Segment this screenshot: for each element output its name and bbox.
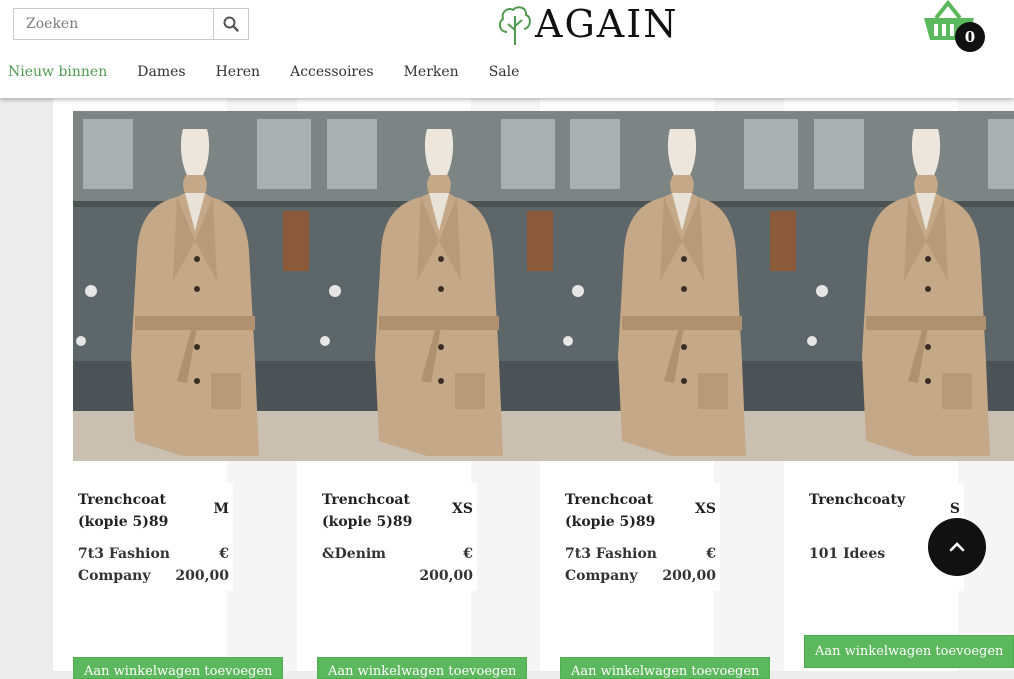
search-input[interactable]	[14, 9, 214, 39]
product-price: € 200,00	[419, 546, 473, 584]
chevron-up-icon	[949, 542, 965, 552]
add-to-cart-button[interactable]: Aan winkelwagen toevoegen	[560, 657, 770, 679]
cart-button[interactable]: 0	[922, 0, 986, 56]
product-info: Trenchcoat (kopie 5)89 XS 7t3 Fashion Comp…	[560, 483, 720, 591]
product-size: XS	[452, 501, 473, 517]
product-card[interactable]	[560, 111, 804, 461]
product-title[interactable]: Trenchcoaty	[809, 489, 919, 511]
nav-item-nieuw-binnen[interactable]: Nieuw binnen	[8, 64, 107, 80]
product-info: Trenchcoat (kopie 5)89 XS &Denim € 200,00	[317, 483, 477, 591]
search-bar	[13, 8, 249, 40]
tree-icon	[498, 6, 531, 45]
search-button[interactable]	[213, 9, 248, 39]
product-title[interactable]: Trenchcoat (kopie 5)89	[78, 489, 188, 533]
product-image[interactable]	[804, 111, 1014, 461]
product-price: € 200,00	[662, 546, 716, 584]
product-info: Trenchcoat (kopie 5)89 M 7t3 Fashion Compa…	[73, 483, 233, 591]
add-to-cart-button[interactable]: Aan winkelwagen toevoegen	[804, 635, 1014, 668]
product-card[interactable]	[317, 111, 561, 461]
search-icon	[223, 16, 239, 32]
main-nav: Nieuw binnen Dames Heren Accessoires Mer…	[8, 64, 549, 80]
site-logo[interactable]: AGAIN	[497, 2, 679, 46]
nav-item-merken[interactable]: Merken	[404, 64, 459, 80]
add-to-cart-button[interactable]: Aan winkelwagen toevoegen	[73, 657, 283, 679]
nav-item-accessoires[interactable]: Accessoires	[290, 64, 374, 80]
product-image[interactable]	[560, 111, 804, 461]
site-header: AGAIN 0 Nieuw binnen Dames Heren Accesso…	[0, 0, 1014, 98]
product-size: M	[213, 501, 230, 517]
nav-item-dames[interactable]: Dames	[137, 64, 185, 80]
product-size: XS	[695, 501, 716, 517]
product-price: € 200,00	[175, 546, 229, 584]
nav-item-heren[interactable]: Heren	[216, 64, 261, 80]
logo-text: AGAIN	[535, 2, 679, 46]
product-card[interactable]	[804, 111, 1014, 461]
nav-item-sale[interactable]: Sale	[489, 64, 520, 80]
cart-count-badge: 0	[955, 22, 985, 52]
product-title[interactable]: Trenchcoat (kopie 5)89	[322, 489, 432, 533]
product-card[interactable]	[73, 111, 317, 461]
add-to-cart-button[interactable]: Aan winkelwagen toevoegen	[317, 657, 527, 679]
product-title[interactable]: Trenchcoat (kopie 5)89	[565, 489, 675, 533]
product-size: S	[949, 501, 960, 517]
product-image[interactable]	[73, 111, 317, 461]
scroll-to-top-button[interactable]	[928, 518, 986, 576]
product-image[interactable]	[317, 111, 561, 461]
